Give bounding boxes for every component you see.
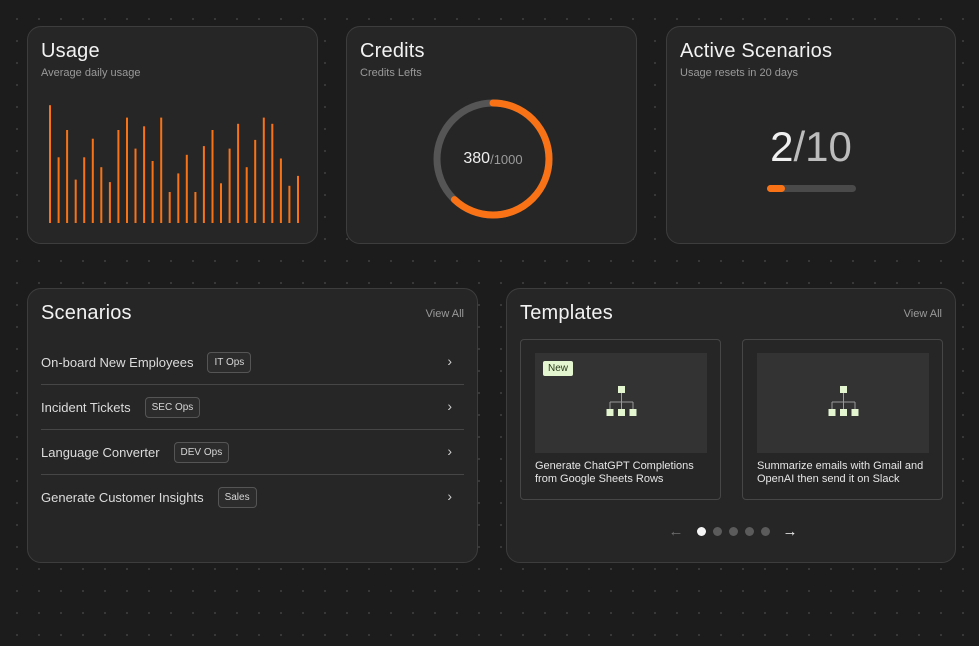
templates-card: Templates View All New Generate ChatGPT …	[506, 288, 956, 563]
usage-bar	[66, 130, 69, 223]
template-thumbnail	[757, 353, 929, 453]
scenarios-title: Scenarios	[41, 302, 132, 324]
usage-bar	[177, 173, 180, 223]
workflow-tree-icon	[828, 386, 859, 416]
pager-dot[interactable]	[696, 527, 706, 536]
credits-used: 380	[463, 150, 491, 167]
usage-bar	[237, 123, 240, 223]
templates-view-all-link[interactable]: View All	[904, 308, 942, 320]
usage-bar	[194, 192, 197, 223]
credits-card: Credits Credits Lefts 380/1000	[346, 26, 637, 244]
scenario-tag: DEV Ops	[173, 441, 230, 463]
usage-bar	[117, 130, 120, 223]
credits-subtitle: Credits Lefts	[360, 67, 422, 79]
scenarios-view-all-link[interactable]: View All	[426, 308, 464, 320]
usage-bar	[74, 179, 77, 223]
new-badge: New	[543, 361, 574, 376]
scenario-name: Incident Tickets	[41, 399, 131, 415]
usage-bar	[143, 126, 146, 223]
usage-card: Usage Average daily usage	[27, 26, 318, 244]
template-card[interactable]: New Generate ChatGPT Completions from Go…	[520, 339, 721, 500]
scenario-tag: SEC Ops	[144, 396, 201, 418]
usage-bar	[168, 192, 171, 223]
usage-bar	[49, 105, 51, 223]
usage-bar	[288, 185, 291, 223]
usage-bar	[134, 148, 137, 223]
usage-bar	[100, 167, 103, 223]
templates-pager: ← →	[665, 523, 801, 540]
arrow-left-icon[interactable]: ←	[665, 523, 687, 540]
scenario-row[interactable]: Language Converter DEV Ops ›	[41, 430, 464, 475]
usage-bar	[91, 138, 94, 223]
template-card[interactable]: Summarize emails with Gmail and OpenAI t…	[742, 339, 943, 500]
pager-dot[interactable]	[728, 527, 738, 536]
template-thumbnail: New	[535, 353, 707, 453]
chevron-right-icon: ›	[447, 443, 452, 459]
usage-bar	[228, 148, 231, 223]
active-scenarios-progress-fill	[767, 185, 785, 192]
scenario-name: Language Converter	[41, 444, 160, 460]
usage-bar	[220, 183, 222, 223]
active-scenarios-count: 2/10	[667, 123, 955, 171]
templates-title: Templates	[520, 302, 613, 324]
scenario-name: On-board New Employees	[41, 354, 194, 370]
template-title: Generate ChatGPT Completions from Google…	[535, 460, 694, 485]
pager-dot[interactable]	[744, 527, 754, 536]
scenarios-card: Scenarios View All On-board New Employee…	[27, 288, 478, 563]
usage-bar	[126, 117, 128, 223]
usage-bar-chart	[49, 105, 299, 223]
credits-readout: 380/1000	[430, 96, 556, 222]
usage-bar	[160, 117, 163, 223]
usage-bar	[108, 182, 111, 223]
scenario-row[interactable]: Incident Tickets SEC Ops ›	[41, 385, 464, 430]
pager-dot[interactable]	[712, 527, 722, 536]
template-title: Summarize emails with Gmail and OpenAI t…	[757, 460, 924, 485]
credits-total: /1000	[490, 151, 523, 167]
usage-bar	[279, 158, 282, 223]
chevron-right-icon: ›	[447, 353, 452, 369]
chevron-right-icon: ›	[447, 398, 452, 414]
scenario-tag: Sales	[217, 487, 257, 508]
usage-bar	[271, 123, 274, 223]
credits-title: Credits	[360, 40, 425, 62]
usage-bar	[262, 117, 265, 223]
active-scenarios-title: Active Scenarios	[680, 40, 833, 62]
scenario-row[interactable]: On-board New Employees IT Ops ›	[41, 340, 464, 385]
usage-bar	[254, 139, 257, 223]
usage-bar	[297, 175, 299, 223]
usage-bar	[185, 154, 188, 223]
pager-dot[interactable]	[760, 527, 770, 536]
active-count-max: 10	[805, 123, 852, 170]
active-scenarios-subtitle: Usage resets in 20 days	[680, 67, 799, 79]
usage-bar	[151, 161, 154, 223]
active-scenarios-card: Active Scenarios Usage resets in 20 days…	[666, 26, 956, 244]
usage-bar	[83, 157, 86, 223]
arrow-right-icon[interactable]: →	[779, 523, 801, 540]
active-count-slash: /	[793, 123, 806, 170]
active-count: 2	[770, 123, 794, 170]
usage-bar	[57, 157, 60, 223]
usage-bar	[245, 167, 248, 223]
usage-bar	[211, 130, 214, 223]
workflow-tree-icon	[606, 386, 637, 416]
scenario-row[interactable]: Generate Customer Insights Sales ›	[41, 475, 464, 520]
active-scenarios-progress	[767, 185, 856, 192]
chevron-right-icon: ›	[447, 488, 452, 504]
scenario-tag: IT Ops	[207, 351, 252, 373]
usage-bar	[202, 146, 205, 223]
scenario-name: Generate Customer Insights	[41, 490, 204, 505]
